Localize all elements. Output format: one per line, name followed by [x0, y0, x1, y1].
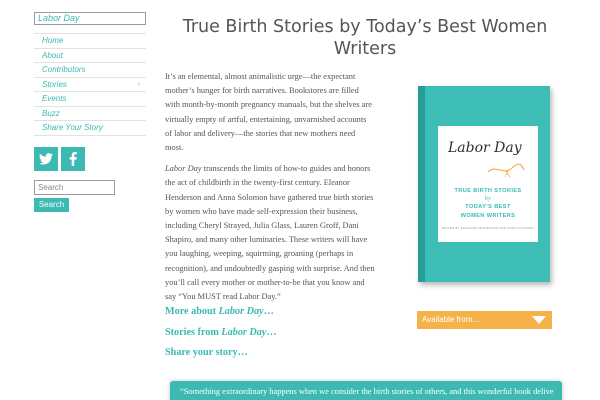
- nav-label: About: [42, 50, 63, 60]
- description-paragraph: Labor Day transcends the limits of how-t…: [165, 162, 375, 304]
- nav-item-stories[interactable]: Stories ›: [34, 78, 146, 92]
- book-cover-image: Labor Day TRUE BIRTH STORIES by TODAY’S …: [418, 86, 550, 282]
- social-links: [34, 146, 146, 171]
- nav-item-share-your-story[interactable]: Share Your Story: [34, 121, 146, 136]
- nav-label: Stories: [42, 79, 67, 89]
- link-text-em: Labor Day: [218, 306, 264, 317]
- book-cover-editors: EDITED BY ELEANOR HENDERSON AND ANNA SOL…: [442, 226, 534, 230]
- twitter-button[interactable]: [34, 146, 58, 171]
- link-text-em: Labor Day: [221, 326, 267, 338]
- search-input[interactable]: [34, 179, 115, 195]
- stories-from-link[interactable]: Stories from Labor Day…: [165, 323, 385, 344]
- subtitle-line: TODAY’S BEST: [465, 204, 511, 211]
- book-title-inline: Labor Day: [165, 164, 202, 174]
- book-face: Labor Day TRUE BIRTH STORIES by TODAY’S …: [425, 86, 550, 282]
- facebook-button[interactable]: [61, 146, 85, 171]
- book-cover-title: Labor Day: [448, 140, 522, 156]
- link-text: …: [266, 326, 277, 338]
- search-form: Search: [34, 179, 146, 212]
- paragraph-text: transcends the limits of how-to guides a…: [165, 164, 375, 302]
- nav-item-contributors[interactable]: Contributors: [34, 63, 146, 78]
- main-navigation: Home About Contributors Stories › Events …: [34, 33, 146, 136]
- site-title-link[interactable]: Labor Day: [34, 12, 146, 25]
- book-cover-subtitle: TRUE BIRTH STORIES by TODAY’S BEST WOMEN…: [438, 187, 538, 220]
- testimonial-text: “Something extraordinary happens when we…: [180, 387, 554, 396]
- nav-label: Home: [42, 36, 64, 45]
- subtitle-line: TRUE BIRTH STORIES: [454, 188, 522, 194]
- nav-label: Events: [42, 94, 67, 103]
- page-title: True Birth Stories by Today’s Best Women…: [182, 17, 548, 59]
- nav-item-buzz[interactable]: Buzz: [34, 107, 146, 121]
- book-description: It’s an elemental, almost animalistic ur…: [165, 70, 375, 304]
- testimonial-box: “Something extraordinary happens when we…: [170, 381, 562, 400]
- link-text: Stories from: [165, 326, 222, 338]
- link-text: …: [263, 306, 274, 317]
- more-links: More about Labor Day… Stories from Labor…: [165, 302, 385, 364]
- nav-item-events[interactable]: Events: [34, 92, 146, 107]
- stork-ribbon-icon: [487, 163, 525, 178]
- more-about-link[interactable]: More about Labor Day…: [165, 302, 385, 323]
- nav-label: Share Your Story: [42, 123, 103, 132]
- nav-label: Contributors: [42, 65, 86, 74]
- nav-item-about[interactable]: About: [34, 49, 146, 63]
- chevron-right-icon: ›: [137, 80, 140, 88]
- search-button[interactable]: Search: [34, 197, 69, 212]
- nav-label: Buzz: [42, 108, 60, 118]
- chevron-down-icon: [532, 316, 546, 324]
- sidebar: Labor Day Home About Contributors Storie…: [34, 12, 146, 212]
- available-from-dropdown[interactable]: Available from…: [417, 311, 552, 329]
- subtitle-line: WOMEN WRITERS: [460, 212, 516, 219]
- link-text: More about: [165, 306, 219, 317]
- share-story-link[interactable]: Share your story…: [165, 343, 385, 364]
- available-from-label: Available from…: [422, 315, 481, 324]
- book-cover-panel: Labor Day TRUE BIRTH STORIES by TODAY’S …: [438, 126, 538, 242]
- description-paragraph: It’s an elemental, almost animalistic ur…: [165, 72, 372, 153]
- book-spine: [418, 86, 425, 282]
- facebook-icon: [69, 151, 77, 166]
- twitter-icon: [39, 152, 53, 165]
- subtitle-by: by: [484, 196, 492, 203]
- nav-item-home[interactable]: Home: [34, 34, 146, 49]
